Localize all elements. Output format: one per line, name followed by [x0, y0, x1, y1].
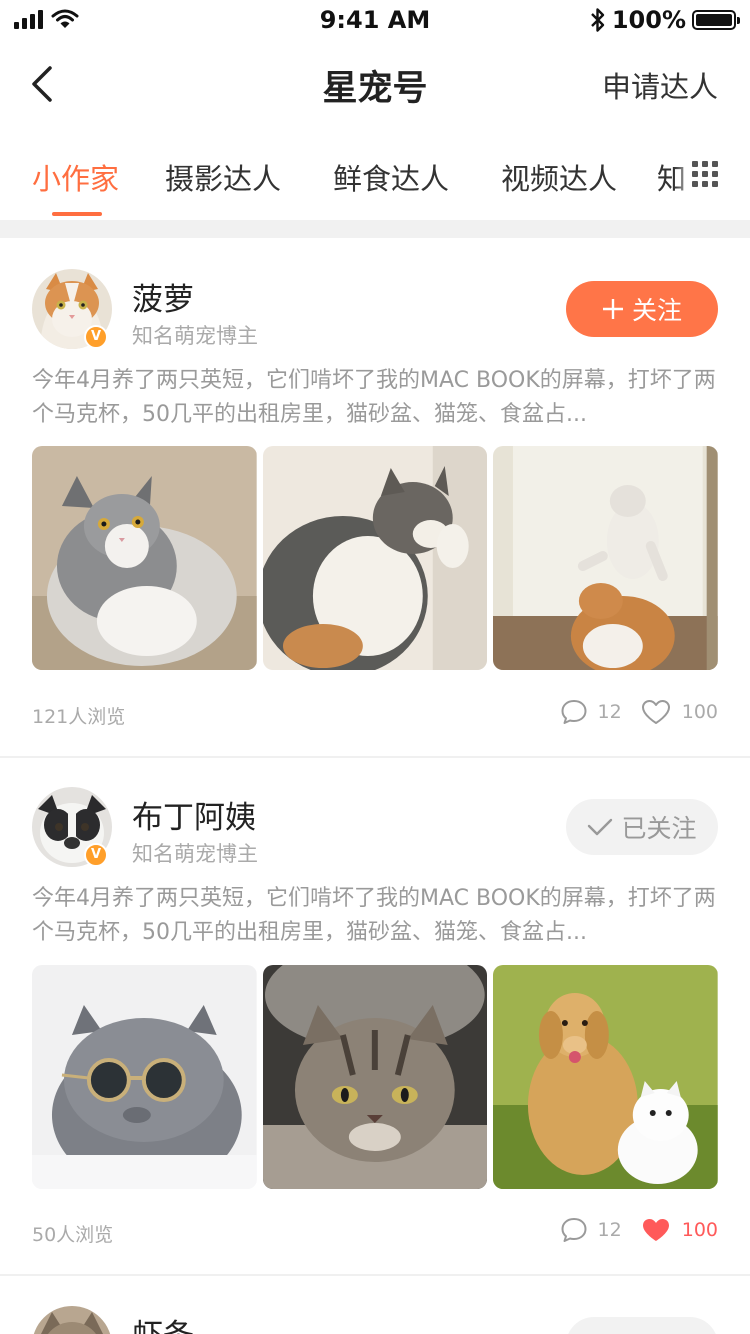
comment-button[interactable]: 12 [560, 698, 622, 726]
author-tag: 知名萌宠博主 [132, 324, 258, 348]
tab-fresh-food[interactable]: 鲜食达人 [333, 156, 449, 198]
post-stats: 12 100 [560, 698, 718, 726]
apply-expert-button[interactable]: 申请达人 [602, 64, 718, 106]
heart-icon [641, 700, 670, 724]
photo-grid [32, 965, 719, 1189]
heart-filled-icon [642, 1219, 669, 1241]
post-text[interactable]: 今年4月养了两只英短，它们啃坏了我的MAC BOOK的屏幕，打坏了两个马克杯，5… [32, 882, 718, 950]
plus-icon [602, 299, 623, 319]
section-divider [0, 220, 750, 238]
tab-writer[interactable]: 小作家 [32, 156, 119, 198]
tab-video[interactable]: 视频达人 [501, 156, 617, 198]
like-count: 100 [681, 701, 718, 723]
like-count: 100 [681, 1219, 718, 1241]
follow-button-label: 关注 [631, 296, 682, 325]
verified-badge: V [84, 843, 108, 867]
view-count: 50人浏览 [32, 1224, 114, 1246]
comment-icon [561, 1218, 587, 1242]
author-name[interactable]: 虾条 [132, 1310, 194, 1334]
author-name[interactable]: 布丁阿姨 [132, 792, 256, 837]
post-photo[interactable] [493, 446, 719, 670]
status-bar: 9:41 AM 100% [0, 0, 750, 40]
followed-button-label: 已关注 [621, 814, 697, 843]
post-photo[interactable] [262, 446, 488, 670]
nav-bar: 星宠号 申请达人 [0, 40, 750, 128]
tab-photography[interactable]: 摄影达人 [165, 156, 281, 198]
grid-icon[interactable] [692, 161, 718, 187]
comment-button[interactable]: 12 [560, 1216, 622, 1244]
author-tag: 知名萌宠博主 [132, 842, 258, 866]
like-button[interactable]: 100 [640, 1216, 718, 1244]
battery-icon [692, 10, 740, 30]
bluetooth-icon [590, 8, 605, 32]
like-button[interactable]: 100 [640, 698, 718, 726]
check-icon [588, 818, 613, 836]
post-photo[interactable] [262, 965, 488, 1189]
back-button[interactable] [24, 62, 64, 106]
follow-button[interactable]: 关注 [566, 281, 718, 337]
comment-count: 12 [597, 1219, 622, 1241]
view-count: 121人浏览 [32, 706, 126, 728]
followed-button[interactable] [566, 1317, 718, 1334]
post-photo[interactable] [32, 965, 257, 1189]
comment-icon [561, 700, 587, 724]
chevron-left-icon [32, 66, 52, 102]
post-photo[interactable] [32, 446, 257, 670]
verified-badge: V [84, 325, 108, 349]
post-photo[interactable] [493, 965, 719, 1189]
active-tab-indicator [52, 212, 102, 216]
author-name[interactable]: 菠萝 [132, 274, 194, 319]
comment-count: 12 [597, 701, 622, 723]
category-tabs: 小作家 摄影达人 鲜食达人 视频达人 知 [0, 128, 750, 220]
feed-card[interactable]: V 布丁阿姨 知名萌宠博主 已关注 今年4月养了两只英短，它们啃坏了我的MAC … [0, 758, 750, 1274]
post-stats: 12 100 [560, 1216, 718, 1244]
photo-grid [32, 446, 719, 670]
followed-button[interactable]: 已关注 [566, 799, 718, 855]
feed-card[interactable]: 虾条 [0, 1276, 750, 1334]
avatar[interactable] [32, 1306, 112, 1334]
battery-percent: 100% [611, 6, 686, 34]
status-right: 100% [590, 6, 740, 34]
feed-card[interactable]: V 菠萝 知名萌宠博主 关注 今年4月养了两只英短，它们啃坏了我的MAC BOO… [0, 238, 750, 756]
post-text[interactable]: 今年4月养了两只英短，它们啃坏了我的MAC BOOK的屏幕，打坏了两个马克杯，5… [32, 364, 718, 432]
